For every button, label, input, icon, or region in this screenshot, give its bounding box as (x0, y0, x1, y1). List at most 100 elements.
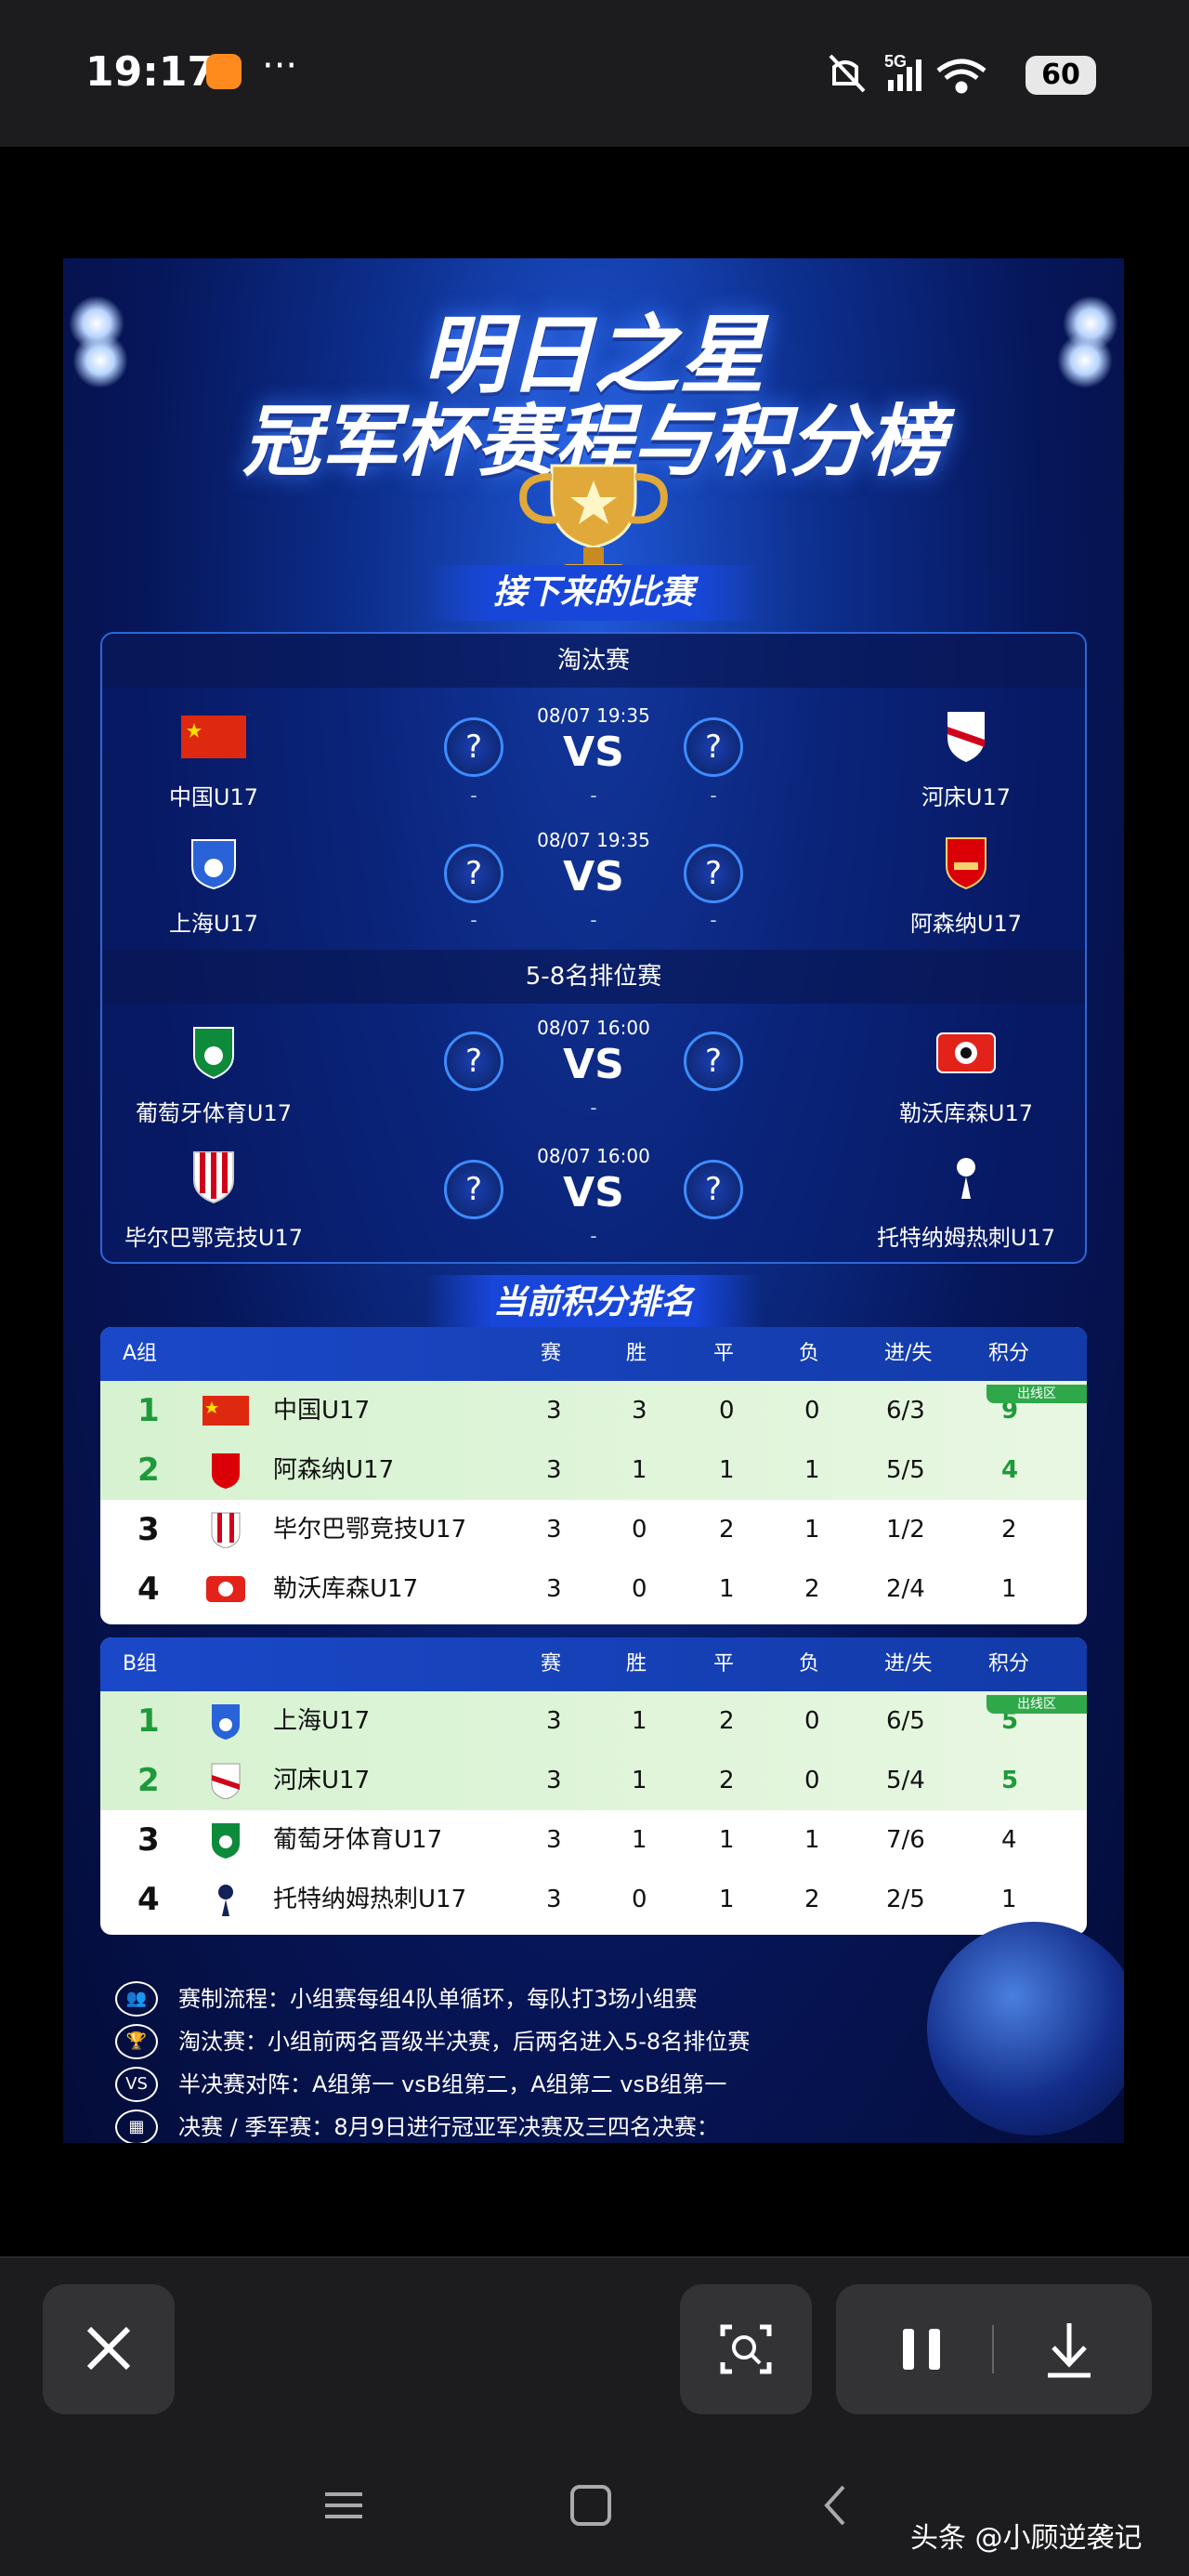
table-row: 3 葡萄牙体育U17 3 1 1 1 7/6 4 (100, 1810, 1087, 1870)
vs-label: VS (563, 1169, 624, 1216)
lost: 1 (804, 1456, 820, 1484)
lost: 0 (804, 1707, 820, 1735)
played: 3 (546, 1707, 562, 1735)
menu-icon[interactable] (316, 2477, 372, 2533)
played: 3 (546, 1575, 562, 1603)
status-bar: 19:17 ··· 5G 60 (0, 0, 1189, 147)
river-plate-crest-icon (947, 712, 985, 762)
match-status: - (590, 1097, 597, 1119)
points: 2 (1001, 1516, 1017, 1544)
goals: 6/5 (886, 1707, 925, 1735)
rules-notes: 👥 赛制流程：小组赛每组4队单循环，每队打3场小组赛 🏆 淘汰赛：小组前两名晋级半决… (115, 1978, 951, 2143)
match-home-team: 中国U17 (93, 708, 334, 811)
score-away: - (710, 784, 717, 807)
vs-icon: VS (115, 2067, 158, 2102)
qualify-zone-tag: 出线区 (986, 1385, 1087, 1403)
note-item: 🏆 淘汰赛：小组前两名晋级半决赛，后两名进入5-8名排位赛 (115, 2020, 951, 2063)
status-icons: 5G (829, 52, 986, 94)
note-text: 半决赛对阵：A组第一 vsB组第二，A组第二 vsB组第一 (178, 2071, 727, 2097)
col-won: 胜 (626, 1652, 647, 1676)
vs-label: VS (563, 853, 624, 900)
team-name: 上海U17 (273, 1707, 371, 1735)
lost: 0 (804, 1767, 820, 1794)
team-name: 中国U17 (273, 1397, 371, 1425)
home-icon[interactable] (563, 2477, 619, 2533)
goals: 5/4 (886, 1767, 925, 1794)
team-name: 勒沃库森U17 (273, 1575, 419, 1603)
viewer-toolbar (0, 2256, 1189, 2440)
team-name: 毕尔巴鄂竞技U17 (273, 1516, 467, 1544)
goals: 7/6 (886, 1826, 925, 1854)
group-label: B组 (123, 1652, 158, 1676)
team-crest-icon (212, 1453, 240, 1489)
note-item: ▦ 决赛 / 季军赛：8月9日进行冠亚军决赛及三四名决赛： (115, 2106, 951, 2143)
points: 1 (1001, 1886, 1017, 1913)
match-status: - (590, 1225, 597, 1247)
col-won: 胜 (626, 1342, 647, 1365)
team-name: 河床U17 (921, 784, 1012, 810)
col-lost: 负 (799, 1342, 820, 1365)
image-viewer[interactable]: 明日之星 冠军杯赛程与积分榜 接下来的比赛 淘汰赛 中国U17 ? - 08/0… (0, 147, 1189, 2256)
note-text: 赛制流程：小组赛每组4队单循环，每队打3场小组赛 (178, 1986, 698, 2012)
unknown-score-icon: ? (684, 717, 743, 777)
download-icon[interactable] (1018, 2284, 1120, 2414)
drawn: 1 (719, 1826, 735, 1854)
played: 3 (546, 1397, 562, 1425)
group-a-table: A组 赛 胜 平 负 进/失 积分 1 中国U17 3 3 0 0 6/3 9 出线区 2 阿森纳U… (100, 1327, 1087, 1624)
note-text: 决赛 / 季军赛：8月9日进行冠亚军决赛及三四名决赛： (178, 2114, 719, 2140)
won: 1 (632, 1707, 647, 1735)
played: 3 (546, 1767, 562, 1794)
unknown-score-icon: ? (444, 717, 503, 777)
note-text: 淘汰赛：小组前两名晋级半决赛，后两名进入5-8名排位赛 (178, 2029, 751, 2055)
table-header: A组 赛 胜 平 负 进/失 积分 (100, 1327, 1087, 1381)
athletic-bilbao-crest-icon (193, 1151, 234, 1204)
table-row: 2 阿森纳U17 3 1 1 1 5/5 4 (100, 1440, 1087, 1500)
scan-button[interactable] (680, 2284, 812, 2414)
rank: 3 (137, 1821, 160, 1859)
lost: 1 (804, 1516, 820, 1544)
divider (992, 2325, 994, 2373)
close-button[interactable] (43, 2284, 175, 2414)
more-notifications-icon: ··· (262, 45, 298, 87)
team-name: 毕尔巴鄂竞技U17 (124, 1225, 304, 1251)
won: 1 (632, 1767, 647, 1794)
points: 4 (1001, 1456, 1019, 1484)
match-time: 08/07 16:00 (537, 1145, 650, 1167)
table-header: B组 赛 胜 平 负 进/失 积分 (100, 1637, 1087, 1691)
unknown-score-icon: ? (684, 1160, 743, 1219)
unknown-score-icon: ? (444, 1160, 503, 1219)
col-played: 赛 (541, 1652, 562, 1676)
col-drawn: 平 (713, 1652, 735, 1676)
drawn: 0 (719, 1397, 735, 1425)
match-away-team: 勒沃库森U17 (845, 1024, 1087, 1127)
score-home: - (470, 784, 477, 807)
goals: 2/5 (886, 1886, 925, 1913)
goals: 5/5 (886, 1456, 925, 1484)
app-notification-icon (206, 54, 242, 89)
team-crest-icon (212, 1823, 240, 1859)
vs-label: VS (563, 1041, 624, 1088)
table-row: 3 毕尔巴鄂竞技U17 3 0 2 1 1/2 2 (100, 1500, 1087, 1559)
won: 1 (632, 1456, 647, 1484)
section-header-placement: 5-8名排位赛 (102, 950, 1085, 1004)
lost: 1 (804, 1826, 820, 1854)
points: 4 (1001, 1826, 1017, 1854)
watermark: 头条 @小顾逆袭记 (910, 2522, 1143, 2555)
calendar-icon: ▦ (115, 2109, 158, 2143)
pause-icon[interactable] (873, 2284, 975, 2414)
standings-banner: 当前积分排名 (425, 1275, 762, 1331)
shanghai-crest-icon (191, 839, 236, 890)
col-drawn: 平 (713, 1342, 735, 1365)
match-card: 葡萄牙体育U17 ? 08/07 16:00 VS - ? 勒沃库森U17 (102, 1004, 1085, 1130)
match-away-team: 阿森纳U17 (845, 835, 1087, 938)
played: 3 (546, 1456, 562, 1484)
rank: 3 (137, 1511, 160, 1548)
team-name: 阿森纳U17 (909, 911, 1023, 937)
upcoming-matches-panel: 淘汰赛 中国U17 ? - 08/07 19:35 VS - ? - 河床U17 (100, 632, 1087, 1264)
col-lost: 负 (799, 1652, 820, 1676)
tottenham-crest-icon (957, 1158, 975, 1199)
china-flag-icon (181, 716, 246, 758)
won: 1 (632, 1826, 647, 1854)
back-icon[interactable] (808, 2477, 864, 2533)
rank: 2 (137, 1762, 160, 1799)
